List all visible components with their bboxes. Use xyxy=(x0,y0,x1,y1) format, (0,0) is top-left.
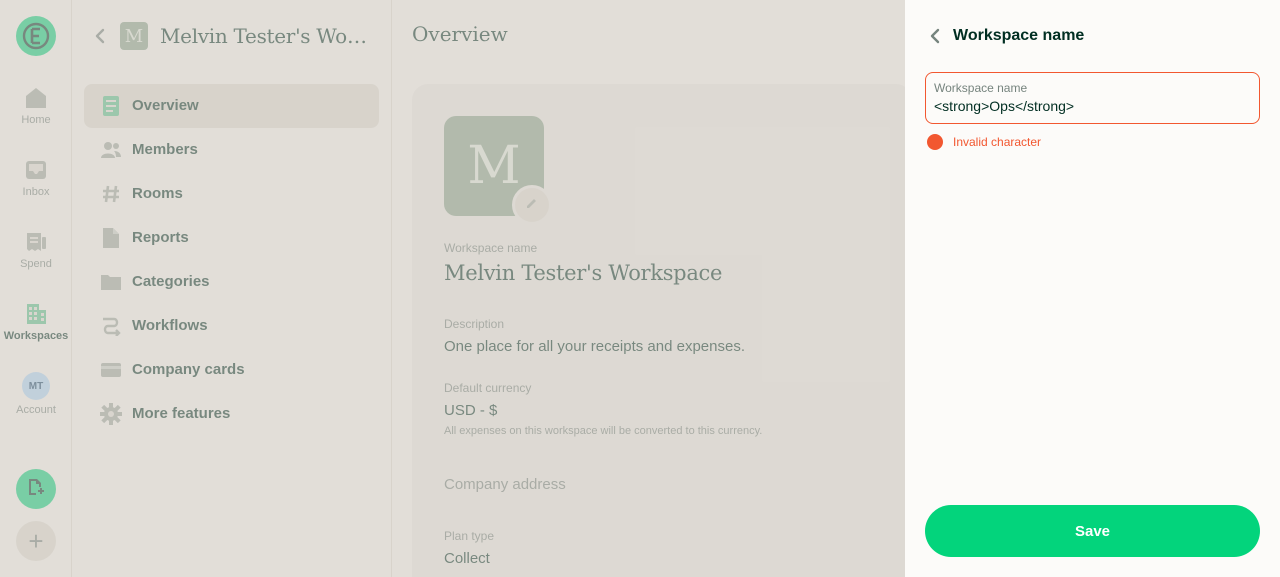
description-value[interactable]: One place for all your receipts and expe… xyxy=(444,338,745,355)
menu-item-label: Workflows xyxy=(132,317,208,334)
menu-item-workflows[interactable]: Workflows xyxy=(84,304,379,348)
credit-card-icon xyxy=(100,359,122,381)
expensify-logo[interactable] xyxy=(16,16,56,56)
add-button[interactable]: + xyxy=(16,521,56,561)
menu-item-rooms[interactable]: Rooms xyxy=(84,172,379,216)
menu-item-members[interactable]: Members xyxy=(84,128,379,172)
rail-item-label: Account xyxy=(16,404,56,416)
pencil-icon xyxy=(525,196,539,215)
company-address-field[interactable]: Company address xyxy=(444,476,566,493)
plan-type-value[interactable]: Collect xyxy=(444,550,490,567)
new-document-icon xyxy=(27,478,45,501)
rail-item-home[interactable]: Home xyxy=(0,86,72,126)
menu-item-label: Categories xyxy=(132,273,210,290)
workspace-title: Melvin Tester's Workspace xyxy=(160,24,375,48)
rail-item-workspaces[interactable]: Workspaces xyxy=(0,302,72,342)
rail-item-label: Inbox xyxy=(22,186,50,198)
menu-item-company-cards[interactable]: Company cards xyxy=(84,348,379,392)
rail-item-account[interactable]: MT Account xyxy=(0,372,72,416)
home-icon xyxy=(24,86,48,110)
page-title: Overview xyxy=(412,22,508,46)
currency-label: Default currency xyxy=(444,381,532,395)
error-text: Invalid character xyxy=(953,135,1042,149)
workspace-avatar: M xyxy=(120,22,148,50)
workspace-name-value[interactable]: Melvin Tester's Workspace xyxy=(444,261,722,285)
document-icon xyxy=(100,95,122,117)
menu-item-reports[interactable]: Reports xyxy=(84,216,379,260)
edit-avatar-button[interactable] xyxy=(512,185,552,225)
currency-hint: All expenses on this workspace will be c… xyxy=(444,425,763,437)
folder-icon xyxy=(100,271,122,293)
building-icon xyxy=(24,302,48,326)
hashtag-icon xyxy=(100,183,122,205)
rail-item-label: Spend xyxy=(20,258,52,270)
workspace-name-panel: Workspace name Workspace name Invalid ch… xyxy=(905,0,1280,577)
save-button[interactable]: Save xyxy=(925,505,1260,557)
currency-value[interactable]: USD - $ xyxy=(444,402,497,419)
plan-type-label: Plan type xyxy=(444,529,495,543)
menu-item-overview[interactable]: Overview xyxy=(84,84,379,128)
menu-item-label: Members xyxy=(132,141,198,158)
file-icon xyxy=(100,227,122,249)
overview-main: Overview M Workspace name Melvin Tester'… xyxy=(392,0,912,577)
workspace-name-input[interactable] xyxy=(934,98,1244,114)
error-dot-icon xyxy=(927,134,943,150)
menu-item-more-features[interactable]: More features xyxy=(84,392,379,436)
workflow-icon xyxy=(100,315,122,337)
avatar: MT xyxy=(22,372,50,400)
menu-item-label: More features xyxy=(132,405,231,422)
rail-item-label: Home xyxy=(21,114,51,126)
menu-item-label: Company cards xyxy=(132,361,245,378)
gear-icon xyxy=(100,403,122,425)
input-label: Workspace name xyxy=(934,81,1028,95)
workspace-header: M Melvin Tester's Workspace xyxy=(72,18,392,54)
menu-item-label: Reports xyxy=(132,229,189,246)
receipt-icon xyxy=(24,230,48,254)
description-label: Description xyxy=(444,317,505,331)
workspace-name-label: Workspace name xyxy=(444,241,538,255)
back-arrow-icon[interactable] xyxy=(90,26,110,46)
plus-icon: + xyxy=(28,525,44,556)
menu-item-label: Overview xyxy=(132,97,199,114)
rail-item-label: Workspaces xyxy=(3,330,69,342)
menu-item-categories[interactable]: Categories xyxy=(84,260,379,304)
menu-item-label: Rooms xyxy=(132,185,183,202)
inbox-icon xyxy=(24,158,48,182)
users-icon xyxy=(100,139,122,161)
overview-card: M Workspace name Melvin Tester's Workspa… xyxy=(412,84,912,577)
back-arrow-icon[interactable] xyxy=(925,26,945,46)
rail-item-inbox[interactable]: Inbox xyxy=(0,158,72,198)
error-message: Invalid character xyxy=(927,134,1041,150)
workspace-sidebar: M Melvin Tester's Workspace Overview Mem… xyxy=(72,0,392,577)
create-button[interactable] xyxy=(16,469,56,509)
navigation-rail: Home Inbox Spend Workspaces MT Account + xyxy=(0,0,72,577)
expensify-logo-icon xyxy=(22,22,50,50)
panel-title: Workspace name xyxy=(953,27,1085,44)
workspace-name-field[interactable]: Workspace name xyxy=(925,72,1260,124)
rail-item-spend[interactable]: Spend xyxy=(0,230,72,270)
